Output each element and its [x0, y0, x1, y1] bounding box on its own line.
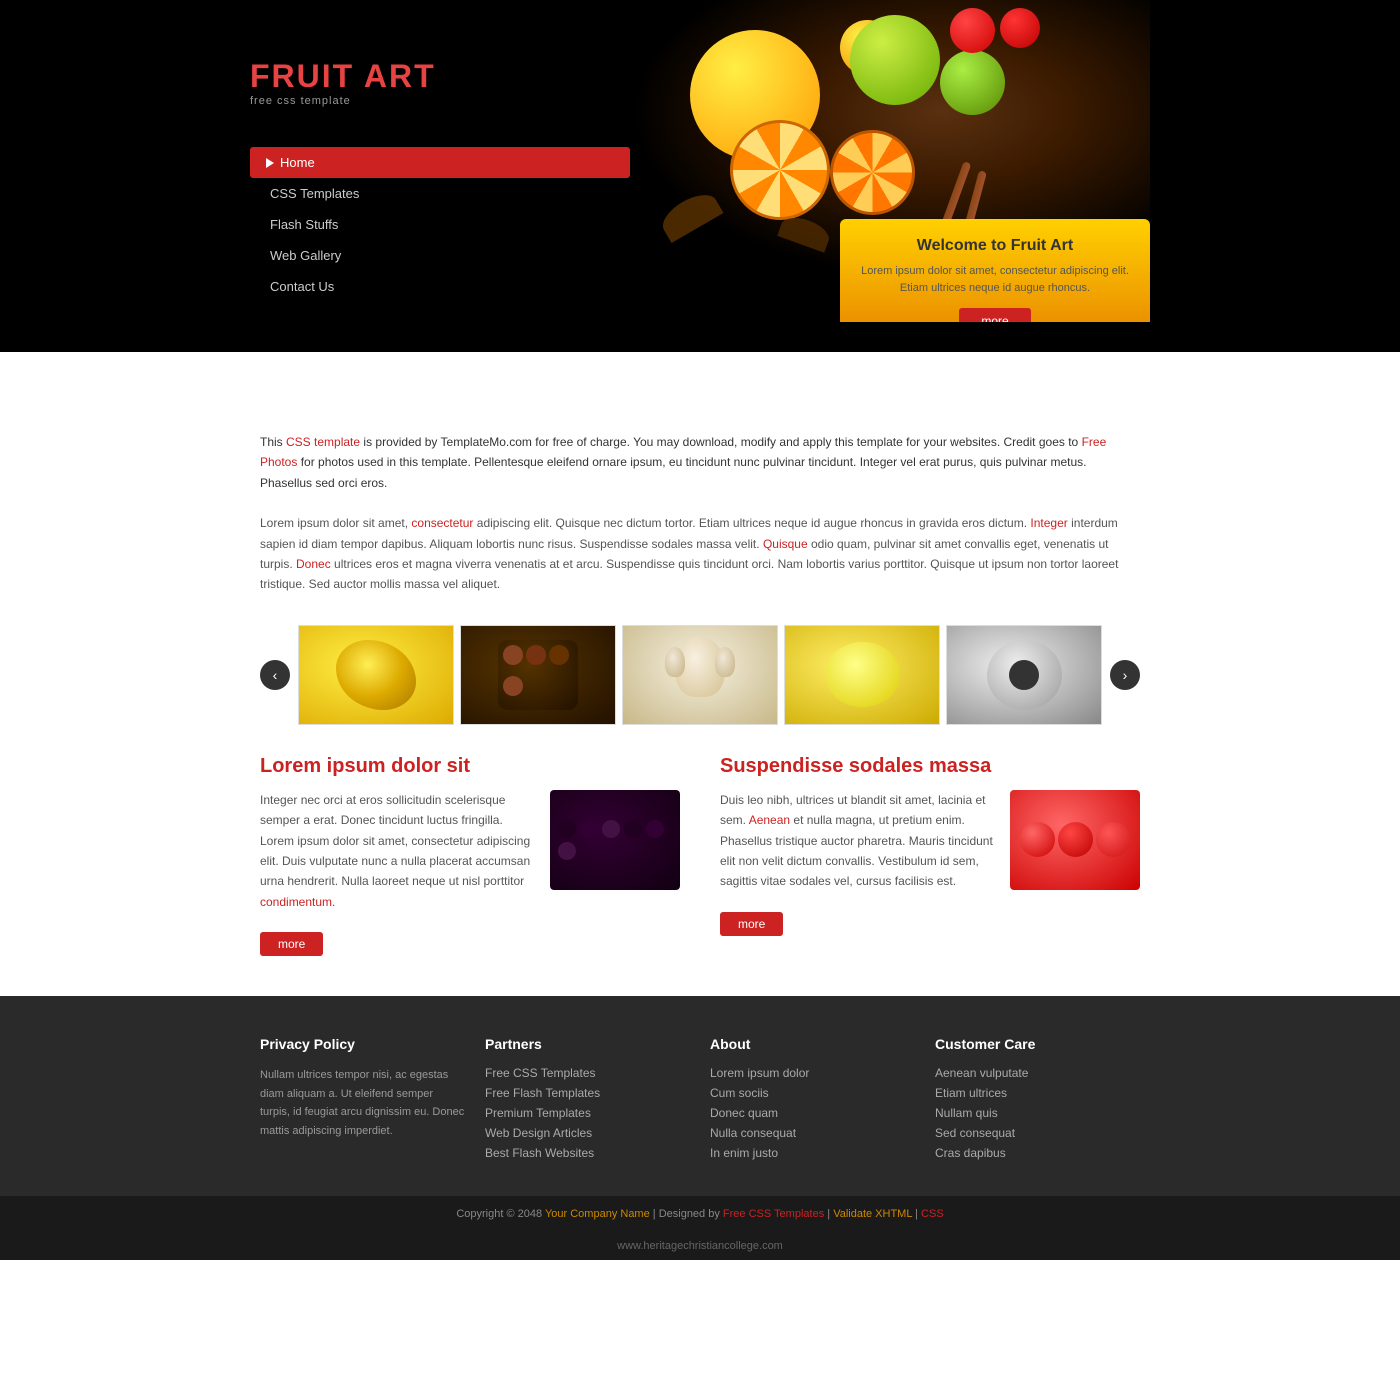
link-donec[interactable]: Donec [296, 557, 331, 571]
logo: FRUIT ART free css template [250, 28, 630, 127]
link-consectetur[interactable]: consectetur [411, 516, 473, 530]
footer-about-link4[interactable]: Nulla consequat [710, 1126, 796, 1140]
footer-partners-list: Free CSS Templates Free Flash Templates … [485, 1066, 690, 1160]
logo-text-red: ART [364, 58, 436, 94]
footer-designed-by: | Designed by [653, 1208, 723, 1220]
nav-label-css: CSS Templates [270, 186, 359, 201]
nav-item-gallery[interactable]: Web Gallery [250, 240, 630, 271]
footer-validate-css[interactable]: CSS [921, 1208, 944, 1220]
footer-about-heading: About [710, 1036, 915, 1052]
footer-col-privacy: Privacy Policy Nullam ultrices tempor ni… [260, 1036, 465, 1166]
footer-col-customercare: Customer Care Aenean vulputate Etiam ult… [935, 1036, 1140, 1166]
footer-care-link3[interactable]: Nullam quis [935, 1106, 998, 1120]
fruit-lime [850, 15, 940, 105]
main-nav: Home CSS Templates Flash Stuffs Web Gall… [250, 147, 630, 302]
fruit-orange-cross [730, 120, 830, 220]
link-quisque[interactable]: Quisque [763, 537, 808, 551]
footer-link-webdesign[interactable]: Web Design Articles [485, 1126, 592, 1140]
footer-copyright: Copyright © 2048 [456, 1208, 542, 1220]
gallery-item-lemon[interactable] [784, 625, 940, 725]
footer-link-premium[interactable]: Premium Templates [485, 1106, 591, 1120]
footer-about-list: Lorem ipsum dolor Cum sociis Donec quam … [710, 1066, 915, 1160]
nav-item-home[interactable]: Home [250, 147, 630, 178]
gallery-prev-button[interactable]: ‹ [260, 660, 290, 690]
logo-title: FRUIT ART [250, 58, 630, 95]
footer-care-link4[interactable]: Sed consequat [935, 1126, 1015, 1140]
nav-label-flash: Flash Stuffs [270, 217, 338, 232]
footer-about-link1[interactable]: Lorem ipsum dolor [710, 1066, 809, 1080]
nav-item-css[interactable]: CSS Templates [250, 178, 630, 209]
welcome-box: Welcome to Fruit Art Lorem ipsum dolor s… [840, 219, 1150, 322]
main-content: This CSS template is provided by Templat… [250, 432, 1150, 956]
footer-designed-link[interactable]: Free CSS Templates [723, 1208, 824, 1220]
gallery-item-coco[interactable] [946, 625, 1102, 725]
link-integer[interactable]: Integer [1030, 516, 1067, 530]
footer-about-link3[interactable]: Donec quam [710, 1106, 778, 1120]
two-column-section: Lorem ipsum dolor sit Integer nec orci a… [260, 755, 1140, 956]
footer-link-bestflash[interactable]: Best Flash Websites [485, 1146, 594, 1160]
gallery-item-garlic[interactable] [622, 625, 778, 725]
footer: Privacy Policy Nullam ultrices tempor ni… [0, 996, 1400, 1260]
nav-label-contact: Contact Us [270, 279, 334, 294]
footer-validate-xhtml[interactable]: Validate XHTML [833, 1208, 912, 1220]
leaf1 [657, 187, 724, 243]
footer-about-link2[interactable]: Cum sociis [710, 1086, 769, 1100]
link-css-template[interactable]: CSS template [286, 435, 360, 449]
footer-care-link1[interactable]: Aenean vulputate [935, 1066, 1028, 1080]
welcome-more-button[interactable]: more [959, 308, 1030, 322]
nav-label-home: Home [280, 155, 315, 170]
footer-col-partners: Partners Free CSS Templates Free Flash T… [485, 1036, 690, 1166]
footer-care-link5[interactable]: Cras dapibus [935, 1146, 1006, 1160]
header-fruit-image: Welcome to Fruit Art Lorem ipsum dolor s… [630, 0, 1150, 322]
gallery-strip: ‹ [260, 625, 1140, 725]
link-free-photos[interactable]: Free Photos [260, 435, 1106, 469]
footer-columns: Privacy Policy Nullam ultrices tempor ni… [250, 1036, 1150, 1196]
logo-text-black: FRUIT [250, 58, 364, 94]
fruit-cherry [950, 8, 995, 53]
link-condimentum[interactable]: condimentum [260, 895, 332, 909]
site-url: www.heritagechristiancollege.com [0, 1232, 1400, 1260]
gallery-items [298, 625, 1102, 725]
footer-col-about: About Lorem ipsum dolor Cum sociis Donec… [710, 1036, 915, 1166]
fruit-cherry2 [1000, 8, 1040, 48]
left-col-heading: Lorem ipsum dolor sit [260, 755, 680, 778]
right-col-content: Duis leo nibh, ultrices ut blandit sit a… [720, 790, 1140, 902]
fruit-lime2 [940, 50, 1005, 115]
footer-bottom: Copyright © 2048 Your Company Name | Des… [0, 1196, 1400, 1232]
gallery-item-choco[interactable] [460, 625, 616, 725]
left-more-button[interactable]: more [260, 932, 323, 956]
footer-privacy-text: Nullam ultrices tempor nisi, ac egestas … [260, 1066, 465, 1141]
footer-care-heading: Customer Care [935, 1036, 1140, 1052]
footer-link-free-css[interactable]: Free CSS Templates [485, 1066, 596, 1080]
right-more-button[interactable]: more [720, 912, 783, 936]
nav-label-gallery: Web Gallery [270, 248, 341, 263]
fruit-lemon-cross [830, 130, 915, 215]
welcome-title: Welcome to Fruit Art [860, 237, 1130, 255]
footer-about-link5[interactable]: In enim justo [710, 1146, 778, 1160]
right-col-heading: Suspendisse sodales massa [720, 755, 1140, 778]
welcome-body: Lorem ipsum dolor sit amet, consectetur … [860, 263, 1130, 296]
nav-item-contact[interactable]: Contact Us [250, 271, 630, 302]
intro-paragraph: This CSS template is provided by Templat… [260, 432, 1140, 493]
right-column: Suspendisse sodales massa Duis leo nibh,… [720, 755, 1140, 956]
left-column: Lorem ipsum dolor sit Integer nec orci a… [260, 755, 680, 956]
nav-arrow-icon [266, 158, 274, 168]
footer-company-link[interactable]: Your Company Name [545, 1208, 650, 1220]
footer-privacy-heading: Privacy Policy [260, 1036, 465, 1052]
leaf2 [777, 212, 833, 253]
footer-partners-heading: Partners [485, 1036, 690, 1052]
gallery-next-button[interactable]: › [1110, 660, 1140, 690]
left-col-image [550, 790, 680, 890]
footer-care-list: Aenean vulputate Etiam ultrices Nullam q… [935, 1066, 1140, 1160]
left-col-content: Integer nec orci at eros sollicitudin sc… [260, 790, 680, 922]
footer-link-free-flash[interactable]: Free Flash Templates [485, 1086, 600, 1100]
footer-care-link2[interactable]: Etiam ultrices [935, 1086, 1007, 1100]
right-col-image [1010, 790, 1140, 890]
body-paragraph: Lorem ipsum dolor sit amet, consectetur … [260, 513, 1140, 595]
link-aenean[interactable]: Aenean [749, 813, 790, 827]
gallery-item-mango[interactable] [298, 625, 454, 725]
nav-item-flash[interactable]: Flash Stuffs [250, 209, 630, 240]
logo-subtitle: free css template [250, 95, 630, 107]
